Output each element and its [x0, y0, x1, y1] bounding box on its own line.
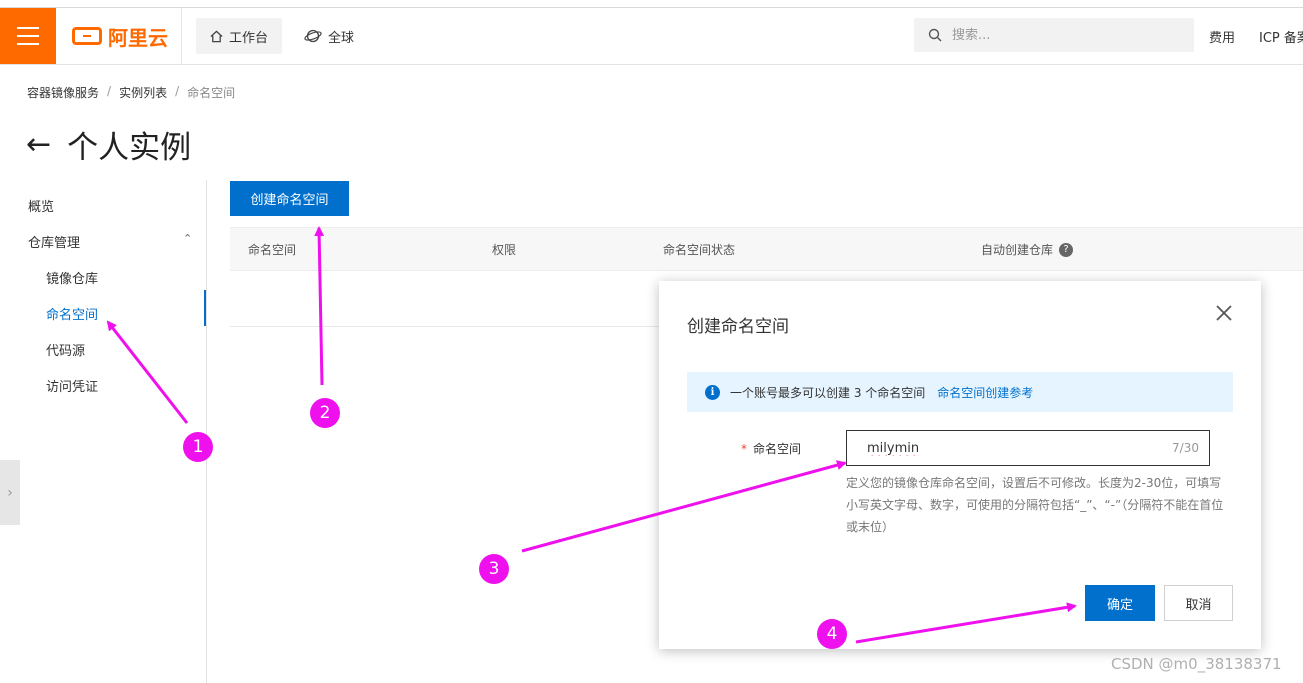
page-header: ← 个人实例: [26, 122, 191, 167]
table-divider: [230, 326, 660, 327]
namespace-field: 7/30: [846, 430, 1210, 466]
info-text: 一个账号最多可以创建 3 个命名空间: [730, 385, 926, 400]
sidebar-item-overview[interactable]: 概览: [28, 196, 54, 215]
chevron-right-icon: ›: [7, 484, 13, 501]
namespace-input[interactable]: [865, 439, 1169, 457]
breadcrumb-container-registry[interactable]: 容器镜像服务: [27, 84, 99, 101]
sidebar-item-image-repos[interactable]: 镜像仓库: [46, 268, 98, 287]
annotation-badge-3: 3: [479, 554, 509, 584]
back-arrow-icon[interactable]: ←: [26, 129, 51, 160]
menu-line-icon: [17, 43, 39, 45]
namespace-field-label-text: 命名空间: [753, 442, 802, 456]
breadcrumb-separator: /: [175, 84, 180, 98]
aliyun-logo[interactable]: 阿里云: [72, 22, 168, 50]
sidebar-item-code-source[interactable]: 代码源: [46, 340, 85, 359]
dialog-title: 创建命名空间: [687, 317, 789, 337]
namespace-field-label: * 命名空间: [741, 440, 801, 457]
annotation-badge-1: 1: [183, 432, 213, 462]
sidebar-item-access-credentials[interactable]: 访问凭证: [46, 376, 98, 395]
breadcrumb-separator: /: [107, 84, 112, 98]
chevron-up-icon[interactable]: ⌃: [183, 232, 192, 245]
column-auto-create-repo: 自动创建仓库 ?: [981, 241, 1074, 258]
hamburger-menu-button[interactable]: [0, 8, 56, 64]
globe-icon: [304, 29, 322, 43]
search-box: [914, 18, 1194, 52]
breadcrumb-namespace: 命名空间: [187, 86, 236, 100]
workbench-label: 工作台: [229, 30, 269, 46]
question-icon[interactable]: ?: [1059, 242, 1074, 257]
search-input[interactable]: [950, 26, 1184, 44]
namespace-reference-link[interactable]: 命名空间创建参考: [937, 384, 1033, 401]
menu-line-icon: [17, 27, 39, 29]
annotation-badge-4: 4: [817, 619, 847, 649]
logo-text: 阿里云: [108, 25, 168, 50]
namespace-help-text: 定义您的镜像仓库命名空间，设置后不可修改。长度为2-30位，可填写小写英文字母、…: [846, 476, 1224, 534]
menu-line-icon: [17, 35, 39, 37]
page-title: 个人实例: [67, 130, 192, 166]
column-permission: 权限: [492, 243, 517, 257]
fees-link[interactable]: 费用: [1209, 27, 1235, 46]
top-navigation-bar: 阿里云 工作台 全球 费用 ICP 备案: [0, 8, 1303, 65]
close-icon[interactable]: [1212, 301, 1236, 325]
annotation-badge-2: 2: [310, 398, 340, 428]
sidebar-active-indicator: [204, 290, 206, 326]
sidebar-group-repo-management[interactable]: 仓库管理: [28, 232, 80, 251]
breadcrumb: 容器镜像服务 / 实例列表 / 命名空间: [27, 84, 235, 101]
confirm-button[interactable]: 确定: [1085, 585, 1155, 621]
create-namespace-button[interactable]: 创建命名空间: [230, 181, 349, 216]
header-divider: [181, 8, 182, 64]
aliyun-logo-icon: [72, 27, 102, 45]
required-asterisk: *: [741, 442, 747, 456]
home-icon: [210, 30, 223, 42]
info-icon: i: [705, 384, 720, 400]
cancel-button[interactable]: 取消: [1164, 585, 1233, 621]
global-label: 全球: [328, 30, 355, 46]
sidebar-collapse-tab[interactable]: ›: [0, 460, 20, 525]
breadcrumb-instance-list[interactable]: 实例列表: [119, 84, 167, 101]
info-alert: i 一个账号最多可以创建 3 个命名空间 命名空间创建参考: [687, 372, 1233, 412]
character-counter: 7/30: [1172, 441, 1199, 455]
sidebar: 概览 仓库管理 ⌃ 镜像仓库 命名空间 代码源 访问凭证: [0, 180, 207, 683]
create-namespace-dialog: 创建命名空间 i 一个账号最多可以创建 3 个命名空间 命名空间创建参考 * 命名…: [659, 281, 1261, 649]
search-icon: [928, 28, 942, 42]
column-namespace-status: 命名空间状态: [663, 243, 736, 257]
workbench-button[interactable]: 工作台: [196, 18, 283, 54]
region-global-button[interactable]: 全球: [290, 18, 368, 54]
table-header: 命名空间 权限 命名空间状态 自动创建仓库 ?: [230, 227, 1303, 271]
column-auto-create-repo-label: 自动创建仓库: [981, 243, 1054, 257]
icp-link[interactable]: ICP 备案: [1259, 27, 1303, 46]
sidebar-item-namespace[interactable]: 命名空间: [46, 304, 98, 323]
browser-top-edge: [0, 0, 1303, 8]
csdn-watermark: CSDN @m0_38138371: [1111, 655, 1282, 673]
column-namespace: 命名空间: [248, 243, 297, 257]
